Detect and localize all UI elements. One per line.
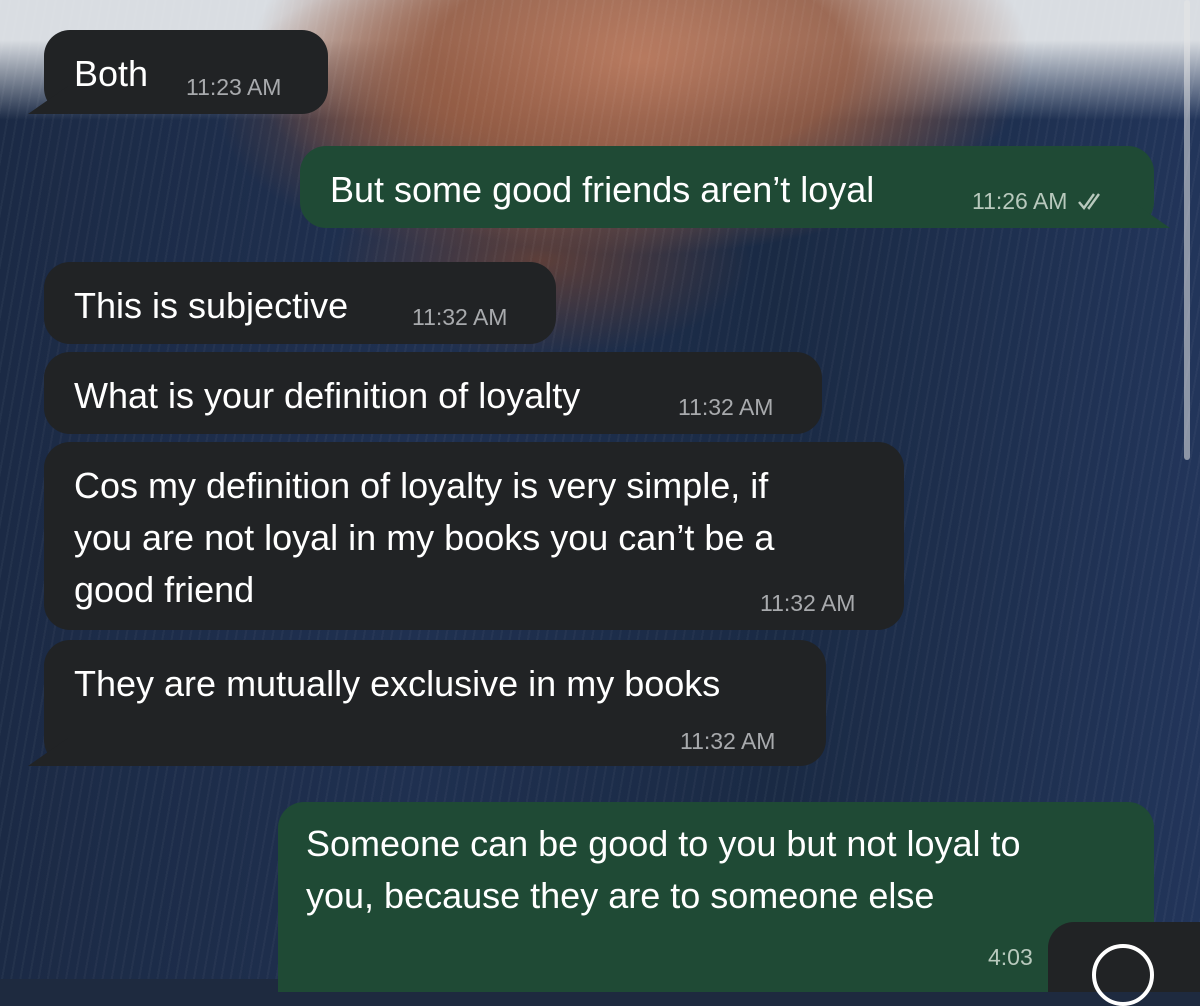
- message-text: This is subjective: [74, 285, 349, 326]
- message-time: 11:26 AM: [972, 188, 1105, 216]
- message-bubble-incoming[interactable]: What is your definition of loyalty 11:32…: [44, 352, 822, 434]
- message-time: 11:32 AM: [760, 590, 856, 616]
- message-time: 11:23 AM: [186, 74, 282, 100]
- message-bubble-incoming[interactable]: They are mutually exclusive in my books …: [44, 640, 826, 766]
- message-text: Cos my definition of loyalty is very sim…: [74, 465, 775, 610]
- message-text: They are mutually exclusive in my books: [74, 663, 721, 704]
- message-bubble-incoming[interactable]: This is subjective 11:32 AM: [44, 262, 556, 344]
- message-text: But some good friends aren’t loyal: [330, 169, 875, 210]
- message-time: 11:32 AM: [412, 304, 508, 330]
- message-time: 4:03: [988, 944, 1033, 970]
- message-time: 11:32 AM: [678, 394, 774, 420]
- message-text: Someone can be good to you but not loyal…: [306, 823, 1021, 916]
- message-bubble-incoming[interactable]: Both 11:23 AM: [44, 30, 328, 114]
- scroll-to-bottom-button[interactable]: [1048, 922, 1200, 1006]
- message-text: Both: [74, 53, 149, 94]
- message-time: 11:32 AM: [680, 728, 776, 754]
- message-bubble-outgoing[interactable]: Someone can be good to you but not loyal…: [278, 802, 1154, 992]
- double-check-icon: [1077, 190, 1105, 216]
- message-text: What is your definition of loyalty: [74, 375, 581, 416]
- scrollbar[interactable]: [1184, 0, 1190, 460]
- message-bubble-incoming[interactable]: Cos my definition of loyalty is very sim…: [44, 442, 904, 630]
- message-bubble-outgoing[interactable]: But some good friends aren’t loyal 11:26…: [300, 146, 1154, 228]
- scroll-down-icon: [1092, 944, 1154, 1006]
